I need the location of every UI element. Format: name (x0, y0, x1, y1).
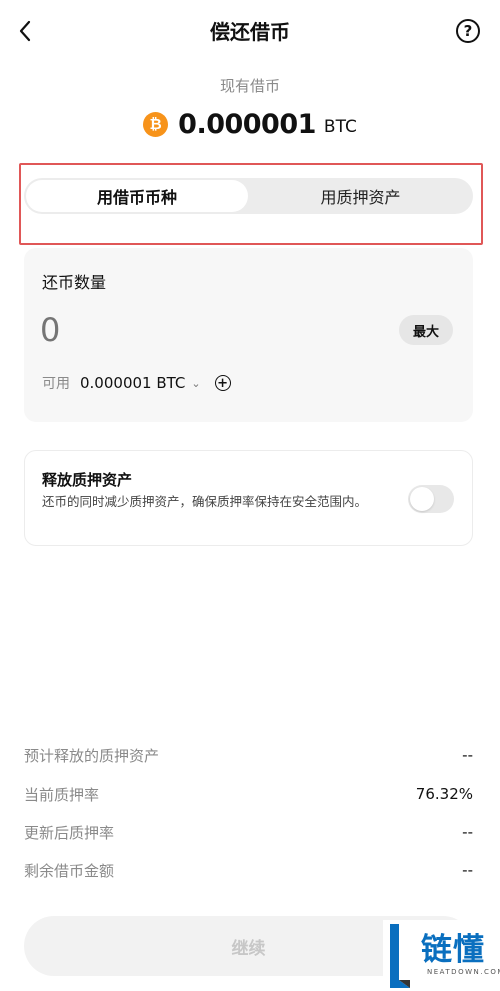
summary-value: -- (462, 746, 473, 764)
summary-row: 剩余借币金额 -- (24, 858, 473, 882)
repay-amount-input[interactable] (40, 308, 340, 352)
watermark-subtext: NEATDOWN.COM (427, 968, 500, 976)
summary-row: 更新后质押率 -- (24, 820, 473, 844)
repay-amount-card: 还币数量 最大 可用 0.000001 BTC ⌄ + (24, 248, 473, 422)
question-mark-icon: ? (463, 22, 473, 40)
summary-value: -- (462, 861, 473, 879)
summary-value: -- (462, 823, 473, 841)
logo-mark-icon (390, 924, 410, 988)
add-circle-icon[interactable]: + (214, 375, 231, 391)
summary-label: 预计释放的质押资产 (24, 746, 160, 765)
summary-value: 76.32% (415, 785, 473, 803)
summary-row: 预计释放的质押资产 -- (24, 743, 473, 767)
summary-label: 当前质押率 (24, 785, 100, 804)
balance-unit: BTC (323, 117, 357, 137)
max-button[interactable]: 最大 (399, 315, 453, 345)
bitcoin-icon: ₿ (143, 111, 169, 137)
available-label: 可用 (42, 376, 70, 392)
repay-amount-label: 还币数量 (42, 273, 107, 292)
chevron-down-icon[interactable]: ⌄ (191, 377, 200, 390)
summary-label: 更新后质押率 (24, 823, 115, 842)
release-toggle[interactable] (408, 485, 454, 513)
watermark-text: 链懂 (421, 932, 485, 968)
tab-collateral[interactable]: 用质押资产 (248, 178, 473, 214)
release-description: 还币的同时减少质押资产，确保质押率保持在安全范围内。 (42, 494, 368, 509)
balance-amount: 0.000001 (178, 108, 316, 140)
available-value: 0.000001 BTC (80, 374, 186, 392)
summary-label: 剩余借币金额 (24, 861, 115, 880)
tab-borrowed-coin[interactable]: 用借币币种 (26, 180, 248, 212)
release-collateral-card: 释放质押资产 还币的同时减少质押资产，确保质押率保持在安全范围内。 (24, 450, 473, 546)
watermark-logo: 链懂 NEATDOWN.COM (383, 920, 500, 991)
balance-label: 现有借币 (219, 77, 280, 95)
help-button[interactable]: ? (456, 19, 480, 43)
toggle-knob (410, 487, 434, 511)
page-title: 偿还借币 (210, 20, 290, 44)
repay-method-tabs: 用借币币种 用质押资产 (24, 178, 473, 214)
header: 偿还借币 ? (0, 0, 500, 62)
available-row: 可用 0.000001 BTC ⌄ + (42, 372, 231, 394)
summary-row: 当前质押率 76.32% (24, 782, 473, 806)
balance-row: ₿ 0.000001 BTC (0, 106, 500, 142)
release-title: 释放质押资产 (42, 471, 133, 489)
